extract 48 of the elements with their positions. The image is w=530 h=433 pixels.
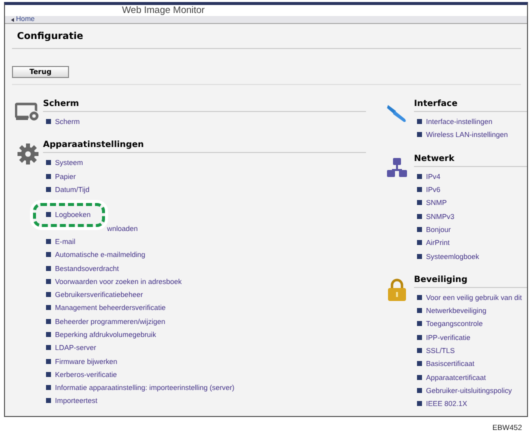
network-icon [386, 156, 408, 179]
bullet-icon [46, 212, 51, 218]
section-heading: Interface [414, 99, 527, 112]
section-heading: Scherm [43, 99, 366, 112]
monitor-gear-icon [14, 102, 40, 122]
bullet-icon [46, 398, 51, 404]
page-title: Configuratie [12, 24, 521, 49]
bullet-icon [417, 401, 422, 406]
bullet-icon [46, 252, 51, 258]
bullet-icon [417, 254, 422, 259]
bullet-icon [46, 318, 51, 324]
bullet-icon [46, 266, 51, 271]
bullet-icon [417, 294, 422, 300]
bullet-icon [417, 361, 422, 366]
window-title: Web Image Monitor [122, 5, 205, 16]
bullet-icon [46, 358, 51, 364]
caret-icon [11, 18, 14, 22]
bullet-icon [417, 226, 422, 232]
section-heading: Beveiliging [414, 274, 527, 288]
bullet-icon [46, 292, 51, 298]
bullet-icon [417, 187, 422, 192]
bullet-icon [46, 119, 51, 124]
bullet-icon [417, 348, 422, 353]
bullet-icon [46, 160, 51, 166]
bullet-icon [417, 240, 422, 246]
section-heading: Netwerk [414, 154, 527, 167]
bullet-icon [417, 374, 422, 380]
bullet-icon [417, 132, 422, 138]
gear-icon [16, 143, 38, 166]
bullet-icon [46, 278, 51, 284]
bullet-icon [417, 334, 422, 340]
bullet-icon [417, 388, 422, 393]
bullet-icon [46, 372, 51, 377]
bullet-icon [46, 238, 51, 244]
bullet-icon [417, 214, 422, 219]
bullet-icon [46, 174, 51, 179]
section-heading: Apparaatinstellingen [43, 140, 366, 154]
bullet-icon [417, 174, 422, 179]
bullet-icon [417, 119, 422, 124]
bullet-icon [46, 332, 51, 337]
bullet-icon [46, 187, 51, 192]
bullet-icon [417, 321, 422, 326]
bullet-icon [46, 305, 51, 310]
bullet-icon [46, 385, 51, 390]
bullet-icon [46, 345, 51, 350]
bullet-icon [417, 200, 422, 206]
padlock-icon [387, 278, 407, 302]
bullet-icon [417, 308, 422, 314]
